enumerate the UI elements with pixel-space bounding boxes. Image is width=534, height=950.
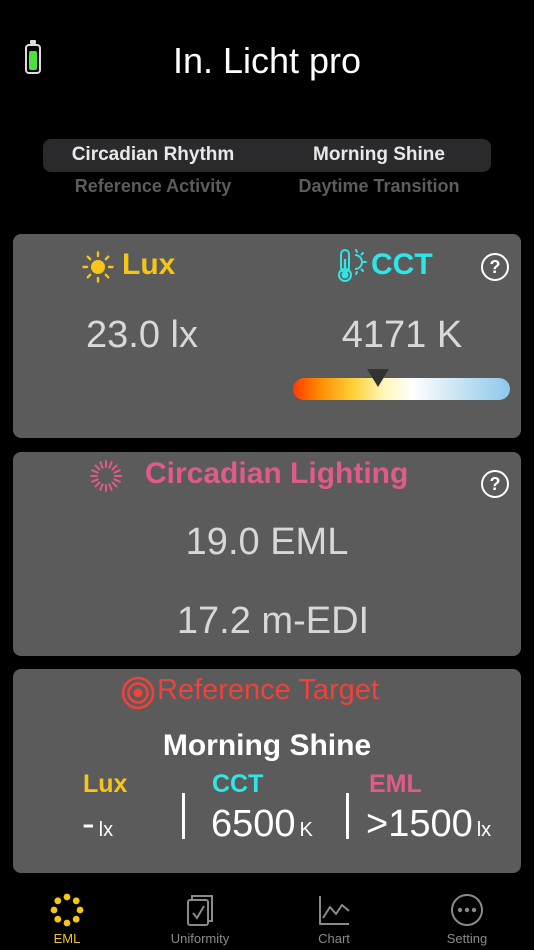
target-cct-label: CCT [212, 770, 264, 798]
target-lux-label: Lux [83, 770, 128, 798]
target-lux-unit: lx [98, 819, 114, 841]
cct-help-icon[interactable]: ? [481, 253, 509, 281]
eml-icon [50, 893, 84, 927]
lux-value: 23.0 lx [86, 314, 198, 356]
target-cct-unit: K [299, 819, 313, 841]
target-icon [121, 676, 155, 710]
picker-option-circadian-rhythm[interactable]: Circadian Rhythm [43, 144, 263, 166]
target-eml-label: EML [369, 770, 422, 798]
eml-value: 19.0 EML [185, 521, 349, 563]
circadian-lighting-title: Circadian Lighting [145, 457, 409, 490]
uniformity-icon [187, 895, 213, 926]
cct-value: 4171 K [341, 314, 463, 356]
tab-bar: EML Uniformity Chart Setting [0, 880, 534, 950]
thermometer-sun-icon [338, 249, 367, 282]
tab-eml[interactable]: EML [7, 880, 127, 946]
divider [182, 793, 185, 839]
tab-setting-label: Setting [446, 931, 488, 946]
setting-icon [451, 894, 483, 926]
tab-eml-label: EML [53, 931, 81, 946]
sun-icon [82, 251, 114, 283]
tab-uniformity[interactable]: Uniformity [140, 880, 260, 946]
app-title: In. Licht pro [172, 40, 362, 81]
circadian-icon [90, 460, 122, 492]
medi-value: 17.2 m-EDI [176, 600, 370, 642]
target-eml-unit: lx [476, 819, 492, 841]
picker-option-daytime-transition[interactable]: Daytime Transition [269, 176, 489, 197]
target-name: Morning Shine [162, 729, 372, 762]
cct-color-scale [293, 378, 510, 400]
tab-chart-label: Chart [318, 931, 350, 946]
tab-uniformity-label: Uniformity [170, 931, 230, 946]
target-cct-value: 6500 K [211, 803, 313, 845]
picker-option-morning-shine[interactable]: Morning Shine [269, 144, 489, 166]
lux-label: Lux [122, 248, 176, 281]
tab-chart[interactable]: Chart [274, 880, 394, 946]
chart-icon [319, 896, 350, 925]
tab-setting[interactable]: Setting [407, 880, 527, 946]
divider [346, 793, 349, 839]
target-lux-value: - lx [82, 803, 114, 845]
picker-option-reference-activity[interactable]: Reference Activity [43, 176, 263, 197]
cct-scale-marker [366, 369, 389, 387]
target-eml-value: >1500 lx [366, 803, 492, 845]
reference-target-title: Reference Target [157, 674, 379, 706]
circadian-help-icon[interactable]: ? [481, 470, 509, 498]
cct-label: CCT [371, 248, 433, 281]
